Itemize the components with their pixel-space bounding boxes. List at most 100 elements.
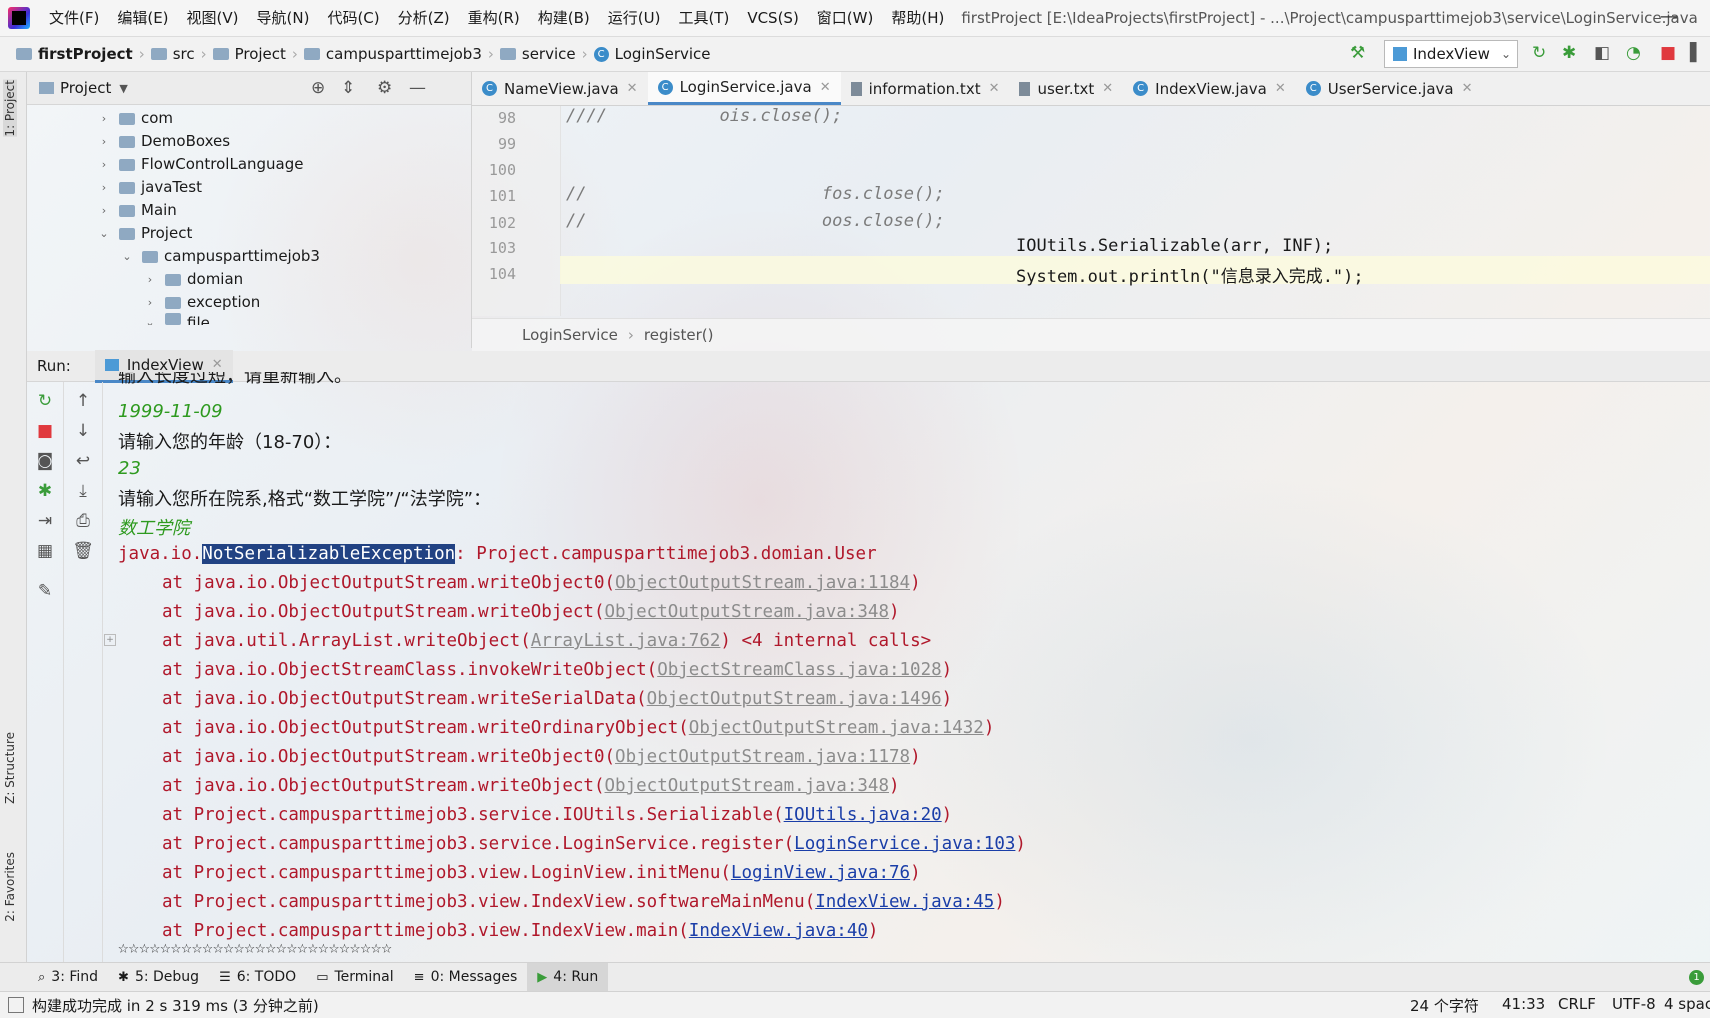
status-indent[interactable]: 4 spac bbox=[1664, 995, 1710, 1013]
collapse-all-icon[interactable]: ⇕ bbox=[341, 78, 355, 98]
menu-view[interactable]: 视图(V) bbox=[178, 0, 248, 36]
debug-icon[interactable]: ✱ bbox=[1562, 43, 1576, 63]
source-link[interactable]: ObjectOutputStream.java:348 bbox=[605, 776, 889, 796]
chevron-right-icon[interactable]: › bbox=[97, 129, 111, 154]
print-icon[interactable]: ⎙ bbox=[72, 510, 94, 532]
trash-icon[interactable]: 🗑 bbox=[72, 540, 94, 562]
menu-build[interactable]: 构建(B) bbox=[529, 0, 599, 36]
source-link[interactable]: ObjectOutputStream.java:1178 bbox=[615, 747, 910, 767]
chevron-right-icon[interactable]: › bbox=[143, 290, 157, 315]
breadcrumb-src[interactable]: src bbox=[147, 45, 199, 63]
close-icon[interactable]: ✕ bbox=[989, 81, 1000, 96]
menu-file[interactable]: 文件(F) bbox=[40, 0, 108, 36]
breadcrumb-loginservice[interactable]: C LoginService bbox=[590, 45, 715, 63]
close-icon[interactable]: ✕ bbox=[820, 80, 831, 95]
editor-tab[interactable]: C UserService.java ✕ bbox=[1296, 72, 1483, 105]
editor-tab[interactable]: C LoginService.java ✕ bbox=[647, 72, 841, 105]
close-icon[interactable]: ✕ bbox=[1102, 81, 1113, 96]
tool-window-button[interactable]: ▭ Terminal bbox=[306, 963, 403, 991]
arrow-up-icon[interactable]: ↑ bbox=[72, 390, 94, 412]
editor-crumb-method[interactable]: register() bbox=[644, 326, 714, 344]
tab-project-tool[interactable]: 1: Project bbox=[3, 80, 17, 137]
source-link[interactable]: LoginService.java:103 bbox=[794, 834, 1015, 854]
menu-tools[interactable]: 工具(T) bbox=[669, 0, 738, 36]
close-icon[interactable]: ✕ bbox=[1275, 81, 1286, 96]
camera-icon[interactable]: ◙ bbox=[34, 450, 56, 472]
chevron-right-icon[interactable]: › bbox=[97, 152, 111, 177]
tool-window-button[interactable]: ⌕ 3: Find bbox=[28, 963, 108, 991]
minimize-button[interactable]: — bbox=[1660, 6, 1678, 27]
chevron-right-icon[interactable]: › bbox=[97, 175, 111, 200]
run-configuration-select[interactable]: IndexView ⌄ bbox=[1384, 40, 1518, 68]
chevron-right-icon[interactable]: › bbox=[143, 267, 157, 292]
menu-refactor[interactable]: 重构(R) bbox=[459, 0, 529, 36]
menu-vcs[interactable]: VCS(S) bbox=[738, 0, 807, 36]
layout-icon[interactable]: ▦ bbox=[34, 540, 56, 562]
menu-window[interactable]: 窗口(W) bbox=[808, 0, 883, 36]
status-caret-position[interactable]: 41:33 bbox=[1502, 995, 1545, 1013]
exit-icon[interactable]: ⇥ bbox=[34, 510, 56, 532]
tree-item[interactable]: › javaTest bbox=[97, 175, 202, 200]
breadcrumb-firstproject[interactable]: firstProject bbox=[12, 45, 137, 63]
editor-crumb-class[interactable]: LoginService bbox=[522, 326, 618, 344]
chevron-right-icon[interactable]: › bbox=[97, 106, 111, 131]
coverage-icon[interactable]: ◧ bbox=[1594, 43, 1610, 63]
tree-item[interactable]: › DemoBoxes bbox=[97, 129, 230, 154]
source-link[interactable]: ArrayList.java:762 bbox=[531, 631, 721, 651]
locate-icon[interactable]: ⊕ bbox=[311, 78, 325, 98]
tree-item[interactable]: › FlowControlLanguage bbox=[97, 152, 304, 177]
tree-item[interactable]: ⌄ file bbox=[143, 313, 210, 325]
tool-window-button[interactable]: ▶ 4: Run bbox=[527, 963, 609, 991]
source-link[interactable]: ObjectOutputStream.java:1184 bbox=[615, 573, 910, 593]
tab-favorites-tool[interactable]: 2: Favorites bbox=[3, 852, 17, 922]
source-link[interactable]: IndexView.java:40 bbox=[689, 921, 868, 941]
fold-icon[interactable]: + bbox=[104, 634, 116, 646]
chevron-down-icon[interactable]: ▼ bbox=[119, 82, 127, 95]
chevron-down-icon[interactable]: ⌄ bbox=[120, 244, 134, 269]
tree-item[interactable]: › domian bbox=[143, 267, 243, 292]
toolbar-overflow-icon[interactable]: ▌ bbox=[1690, 43, 1703, 63]
stop-icon[interactable]: ■ bbox=[34, 420, 56, 442]
arrow-down-icon[interactable]: ↓ bbox=[72, 420, 94, 442]
close-icon[interactable]: ✕ bbox=[627, 81, 638, 96]
project-panel-title[interactable]: Project bbox=[60, 79, 111, 97]
editor-tab[interactable]: information.txt ✕ bbox=[841, 72, 1010, 105]
rerun-icon[interactable]: ↻ bbox=[1532, 43, 1546, 63]
breadcrumb-project[interactable]: Project bbox=[209, 45, 290, 63]
menu-navigate[interactable]: 导航(N) bbox=[248, 0, 319, 36]
menu-help[interactable]: 帮助(H) bbox=[882, 0, 953, 36]
tree-item[interactable]: › Main bbox=[97, 198, 177, 223]
chevron-down-icon[interactable]: ⌄ bbox=[97, 221, 111, 246]
close-icon[interactable]: ✕ bbox=[212, 357, 223, 372]
chevron-down-icon[interactable]: ⌄ bbox=[143, 313, 157, 325]
editor-tab[interactable]: user.txt ✕ bbox=[1009, 72, 1123, 105]
exception-name-selected[interactable]: NotSerializableException bbox=[202, 544, 456, 564]
source-link[interactable]: ObjectOutputStream.java:348 bbox=[605, 602, 889, 622]
chevron-right-icon[interactable]: › bbox=[97, 198, 111, 223]
stop-icon[interactable]: ■ bbox=[1660, 43, 1676, 63]
toggle-tool-windows-icon[interactable] bbox=[8, 997, 24, 1013]
profile-icon[interactable]: ◔ bbox=[1626, 43, 1641, 63]
status-line-separator[interactable]: CRLF bbox=[1558, 995, 1596, 1013]
rerun-icon[interactable]: ↻ bbox=[34, 390, 56, 412]
status-encoding[interactable]: UTF-8 bbox=[1612, 995, 1656, 1013]
tab-structure-tool[interactable]: Z: Structure bbox=[3, 732, 17, 804]
tool-window-button[interactable]: ≡ 0: Messages bbox=[404, 963, 528, 991]
source-link[interactable]: IndexView.java:45 bbox=[815, 892, 994, 912]
source-link[interactable]: ObjectOutputStream.java:1496 bbox=[647, 689, 942, 709]
breadcrumb-campusparttimejob3[interactable]: campusparttimejob3 bbox=[300, 45, 486, 63]
source-link[interactable]: ObjectStreamClass.java:1028 bbox=[657, 660, 941, 680]
event-log-badge[interactable]: 1 bbox=[1689, 969, 1704, 985]
editor-tab[interactable]: C IndexView.java ✕ bbox=[1123, 72, 1296, 105]
tree-item[interactable]: › com bbox=[97, 106, 173, 131]
menu-analyze[interactable]: 分析(Z) bbox=[389, 0, 459, 36]
tool-window-button[interactable]: ☰ 6: TODO bbox=[209, 963, 306, 991]
source-link[interactable]: LoginView.java:76 bbox=[731, 863, 910, 883]
soft-wrap-icon[interactable]: ↩ bbox=[72, 450, 94, 472]
breadcrumb-service[interactable]: service bbox=[496, 45, 580, 63]
source-link[interactable]: IOUtils.java:20 bbox=[784, 805, 942, 825]
build-hammer-icon[interactable]: ⚒ bbox=[1350, 43, 1365, 63]
hide-panel-icon[interactable]: — bbox=[409, 78, 426, 98]
editor-tab[interactable]: C NameView.java ✕ bbox=[472, 72, 648, 105]
menu-code[interactable]: 代码(C) bbox=[318, 0, 388, 36]
